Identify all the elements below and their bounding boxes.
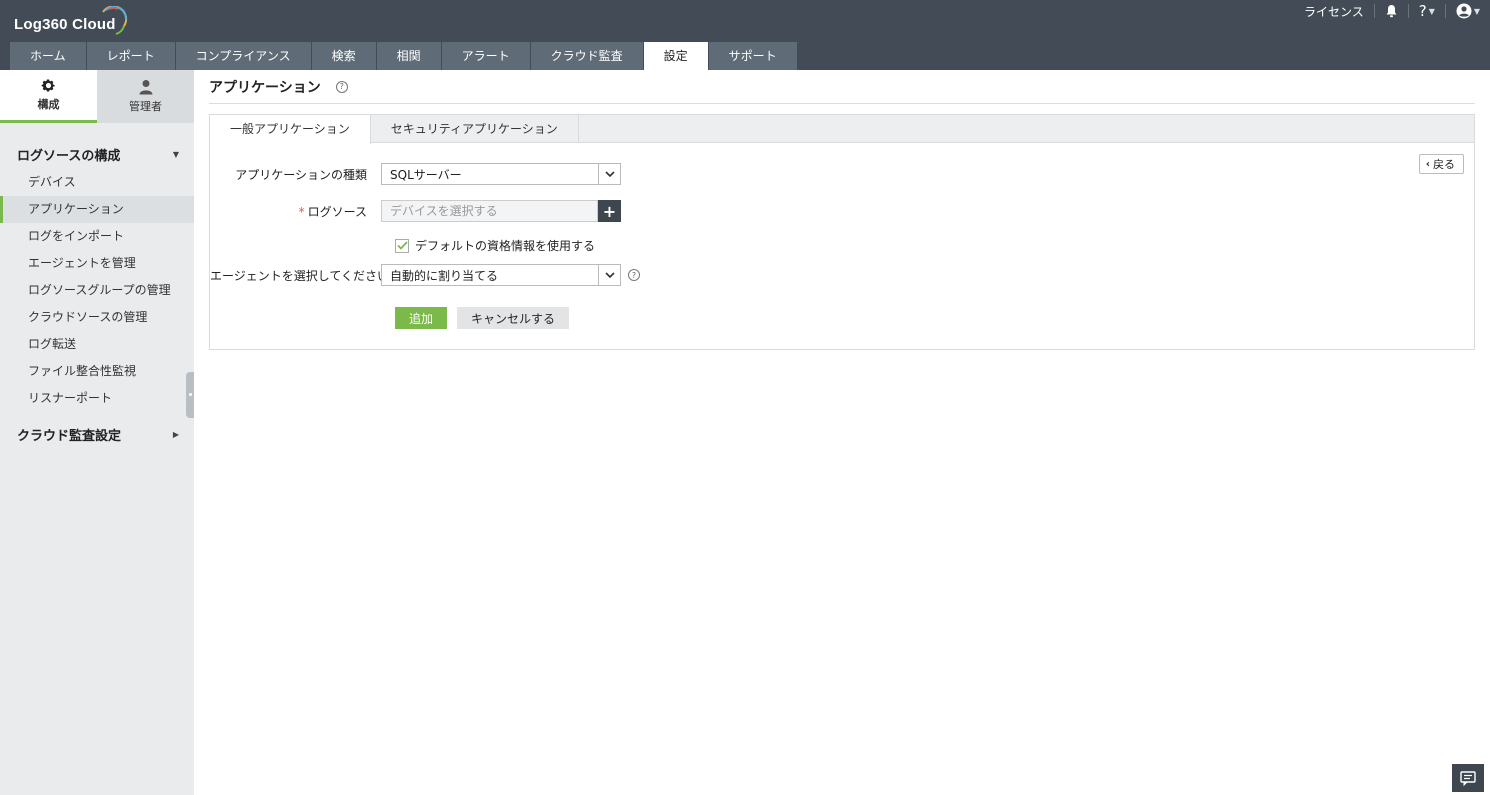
add-button[interactable]: 追加 xyxy=(395,307,448,329)
nav-tab-settings[interactable]: 設定 xyxy=(643,42,708,70)
license-link[interactable]: ライセンス xyxy=(1294,0,1374,22)
tab-security-applications[interactable]: セキュリティアプリケーション xyxy=(371,115,579,143)
sidebar-item-file-integrity[interactable]: ファイル整合性監視 xyxy=(0,358,194,385)
sidebar-tabs: 構成 管理者 xyxy=(0,70,194,123)
add-device-button[interactable]: + xyxy=(598,200,621,222)
sidebar-item-applications[interactable]: アプリケーション xyxy=(0,196,194,223)
panel-tabs: 一般アプリケーション セキュリティアプリケーション xyxy=(210,115,1474,144)
user-icon xyxy=(139,80,152,95)
chat-button[interactable] xyxy=(1452,764,1484,792)
nav-tab-correlation[interactable]: 相関 xyxy=(376,42,441,70)
log-source-row: *ログソース + xyxy=(210,200,621,222)
page-title: アプリケーション xyxy=(209,79,321,96)
help-circle-icon[interactable]: ? xyxy=(335,80,348,93)
sidebar-tab-label: 管理者 xyxy=(129,100,162,113)
help-menu-button[interactable]: ? ▼ xyxy=(1409,0,1445,22)
nav-tab-cloud-audit[interactable]: クラウド監査 xyxy=(530,42,643,70)
logo-arc-icon xyxy=(102,6,128,35)
sidebar-group-label: クラウド監査設定 xyxy=(17,428,122,444)
header-utility-bar: ライセンス ? ▼ ▼ xyxy=(1294,0,1490,22)
checkmark-icon xyxy=(396,241,408,250)
gear-icon xyxy=(41,79,55,92)
sidebar-group-label: ログソースの構成 xyxy=(17,148,121,164)
application-form-panel: 一般アプリケーション セキュリティアプリケーション ‹ 戻る アプリケーションの… xyxy=(209,114,1475,350)
required-asterisk: * xyxy=(298,204,305,219)
chevron-left-icon: ‹ xyxy=(1425,158,1430,170)
notification-button[interactable] xyxy=(1375,0,1408,22)
nav-tab-home[interactable]: ホーム xyxy=(10,42,86,70)
back-label: 戻る xyxy=(1433,158,1455,171)
sidebar: 構成 管理者 ログソースの構成 ▼ デバイス アプリケーション ログをインポート… xyxy=(0,70,194,795)
main-content: アプリケーション ? 一般アプリケーション セキュリティアプリケーション ‹ 戻… xyxy=(194,70,1490,795)
default-credentials-label: デフォルトの資格情報を使用する xyxy=(415,239,596,253)
nav-tab-search[interactable]: 検索 xyxy=(311,42,376,70)
nav-tab-support[interactable]: サポート xyxy=(708,42,797,70)
tab-general-applications[interactable]: 一般アプリケーション xyxy=(210,115,371,144)
default-credentials-checkbox[interactable] xyxy=(395,238,409,253)
default-credentials-row: デフォルトの資格情報を使用する xyxy=(395,237,595,254)
plus-icon: + xyxy=(602,201,617,221)
user-menu-button[interactable]: ▼ xyxy=(1446,0,1490,22)
help-icon: ? xyxy=(1418,2,1427,20)
nav-tab-alerts[interactable]: アラート xyxy=(441,42,530,70)
chevron-down-icon: ▼ xyxy=(1473,6,1480,16)
main-nav: ホーム レポート コンプライアンス 検索 相関 アラート クラウド監査 設定 サ… xyxy=(10,42,798,70)
sidebar-item-listener-ports[interactable]: リスナーポート xyxy=(0,385,194,412)
sidebar-list: デバイス アプリケーション ログをインポート エージェントを管理 ログソースグル… xyxy=(0,169,194,412)
bell-icon xyxy=(1386,5,1397,18)
log-source-label: * ログソース xyxy=(210,203,381,220)
sidebar-tab-admin[interactable]: 管理者 xyxy=(97,70,194,123)
chevron-down-icon: ▼ xyxy=(1428,6,1435,16)
caret-down-icon: ▼ xyxy=(172,149,179,159)
nav-tab-compliance[interactable]: コンプライアンス xyxy=(175,42,311,70)
chevron-down-icon xyxy=(598,164,620,184)
sidebar-item-log-forwarding[interactable]: ログ転送 xyxy=(0,331,194,358)
chat-icon xyxy=(1460,770,1476,786)
agent-value: 自動的に割り当てる xyxy=(390,268,499,283)
sidebar-tab-configuration[interactable]: 構成 xyxy=(0,70,97,123)
sidebar-item-manage-agents[interactable]: エージェントを管理 xyxy=(0,250,194,277)
help-circle-icon[interactable]: ? xyxy=(628,269,640,281)
agent-select[interactable]: 自動的に割り当てる xyxy=(381,264,621,286)
form-actions: 追加 キャンセルする xyxy=(395,307,570,329)
sidebar-item-cloud-sources[interactable]: クラウドソースの管理 xyxy=(0,304,194,331)
sidebar-group-cloud-audit[interactable]: クラウド監査設定 ▶ xyxy=(0,419,194,449)
sidebar-group-log-source-config[interactable]: ログソースの構成 ▼ xyxy=(0,139,194,169)
app-type-row: アプリケーションの種類 SQLサーバー xyxy=(210,163,621,185)
cancel-button[interactable]: キャンセルする xyxy=(457,307,570,329)
nav-tab-reports[interactable]: レポート xyxy=(86,42,175,70)
user-avatar-icon xyxy=(1456,3,1472,19)
agent-row: エージェントを選択してください 自動的に割り当てる ? xyxy=(210,264,640,286)
sidebar-item-devices[interactable]: デバイス xyxy=(0,169,194,196)
back-button[interactable]: ‹ 戻る xyxy=(1418,154,1464,174)
top-header: Log360 Cloud ライセンス ? ▼ ▼ ホーム レポート コンプライア… xyxy=(0,0,1490,70)
log-source-input[interactable] xyxy=(381,200,598,222)
app-type-select[interactable]: SQLサーバー xyxy=(381,163,621,185)
sidebar-collapse-handle[interactable] xyxy=(186,372,194,418)
page-header: アプリケーション ? xyxy=(209,70,1475,104)
agent-label: エージェントを選択してください xyxy=(210,268,390,283)
log-source-label-text: ログソース xyxy=(307,204,367,219)
caret-right-icon: ▶ xyxy=(172,429,179,439)
app-type-value: SQLサーバー xyxy=(390,167,462,182)
sidebar-item-log-source-groups[interactable]: ログソースグループの管理 xyxy=(0,277,194,304)
app-type-label: アプリケーションの種類 xyxy=(235,167,367,182)
sidebar-item-import-logs[interactable]: ログをインポート xyxy=(0,223,194,250)
sidebar-tab-label: 構成 xyxy=(37,98,60,111)
chevron-down-icon xyxy=(598,265,620,285)
